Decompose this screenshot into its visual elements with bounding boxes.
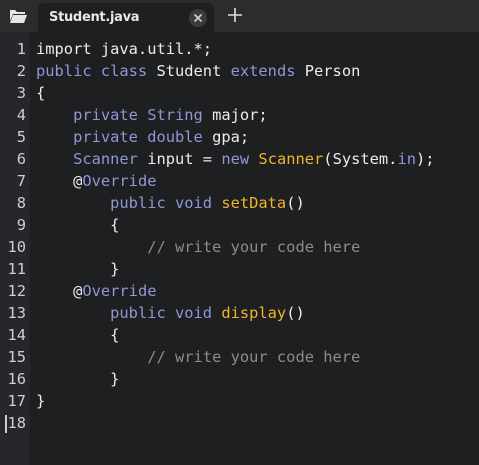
code-line[interactable]: @Override [36,170,156,192]
code-token: public class [36,62,157,80]
code-line[interactable]: } [36,390,45,412]
code-token: } [36,370,120,388]
code-line[interactable]: { [36,82,45,104]
code-token: Override [82,282,157,300]
code-line[interactable]: } [36,368,119,390]
code-line[interactable]: public void display() [36,302,305,324]
line-number: 6 [16,150,26,168]
code-token: // write your code here [36,238,361,256]
code-token: @ [36,282,83,300]
code-token: in [397,150,416,168]
code-token: @ [36,172,83,190]
code-token: Student [156,62,231,80]
code-token: Override [82,172,157,190]
line-number: 7 [16,172,26,190]
line-number: 12 [7,282,26,300]
code-line[interactable]: private String major; [36,104,268,126]
code-token: { [36,216,120,234]
code-line[interactable]: { [36,214,119,236]
close-icon[interactable] [189,9,207,27]
code-token: private String [36,106,213,124]
code-token: import java.util.*; [36,40,213,58]
line-number: 9 [16,216,26,234]
code-line[interactable]: public class Student extends Person [36,60,360,82]
code-line[interactable]: private double gpa; [36,126,249,148]
code-token: major; [212,106,268,124]
line-number: 17 [7,392,26,410]
line-number: 11 [7,260,26,278]
line-number: 14 [7,326,26,344]
code-token: Scanner [36,150,148,168]
code-line[interactable]: } [36,258,119,280]
code-token: gpa; [212,128,250,146]
line-number: 3 [16,84,26,102]
line-number: 1 [16,40,26,58]
code-line[interactable]: // write your code here [36,236,360,258]
line-number: 18 [7,414,26,432]
code-token: () [286,304,305,322]
line-number: 8 [16,194,26,212]
tab-student-java[interactable]: Student.java [38,3,214,32]
code-token: (System. [323,150,398,168]
code-line[interactable]: import java.util.*; [36,38,212,60]
code-token: new [221,150,259,168]
tab-label: Student.java [49,10,140,25]
code-token: { [36,84,46,102]
folder-open-icon[interactable] [0,0,36,32]
line-number: 16 [7,370,26,388]
code-line[interactable]: @Override [36,280,156,302]
line-number: 4 [16,106,26,124]
code-token: extends [230,62,305,80]
code-token: // write your code here [36,348,361,366]
line-number: 10 [7,238,26,256]
code-token: } [36,260,120,278]
plus-icon[interactable] [224,4,246,26]
code-token: private double [36,128,213,146]
code-token: } [36,392,46,410]
code-line[interactable]: // write your code here [36,346,360,368]
code-token: { [36,326,120,344]
code-token: public void [36,304,222,322]
code-token: input = [147,150,222,168]
code-line[interactable]: public void setData() [36,192,305,214]
line-number: 13 [7,304,26,322]
code-token: setData [221,194,287,212]
code-token: () [286,194,305,212]
code-line[interactable]: Scanner input = new Scanner(System.in); [36,148,435,170]
code-token: public void [36,194,222,212]
code-token: display [221,304,287,322]
line-number: 2 [16,62,26,80]
code-token: Person [304,62,361,80]
code-token: ); [415,150,435,168]
code-line[interactable]: { [36,324,119,346]
tab-bar: Student.java [0,0,479,32]
line-number: 15 [7,348,26,366]
code-token: Scanner [258,150,324,168]
line-number: 5 [16,128,26,146]
